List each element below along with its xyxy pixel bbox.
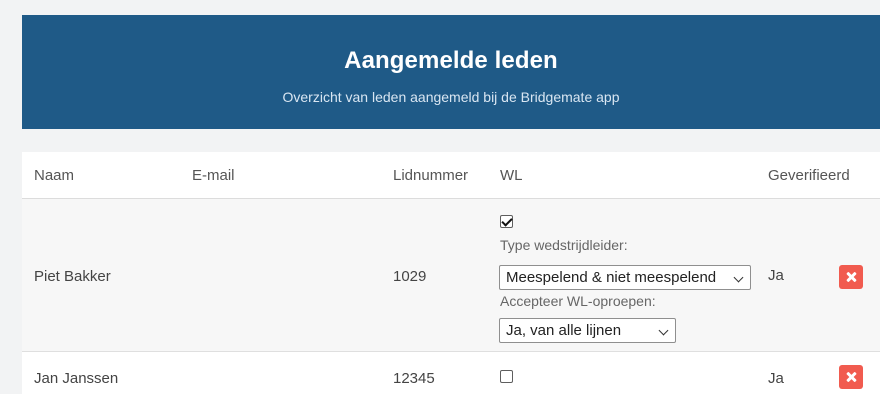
chevron-down-icon: [658, 325, 669, 336]
checkbox-unchecked-icon[interactable]: [500, 370, 513, 383]
table-header: Naam E-mail Lidnummer WL Geverifieerd: [22, 152, 880, 199]
member-name: Piet Bakker: [34, 268, 111, 285]
column-header-email: E-mail: [192, 167, 235, 184]
column-header-member-number: Lidnummer: [393, 167, 469, 184]
verified-status: Ja: [768, 370, 784, 387]
page-header: Aangemelde leden Overzicht van leden aan…: [22, 15, 880, 129]
chevron-down-icon: [733, 272, 744, 283]
delete-member-button[interactable]: [839, 265, 863, 289]
wl-calls-select[interactable]: Ja, van alle lijnen: [499, 318, 676, 343]
members-table: Naam E-mail Lidnummer WL Geverifieerd Pi…: [22, 152, 880, 394]
delete-member-button[interactable]: [839, 365, 863, 389]
member-number: 12345: [393, 370, 435, 387]
column-header-wl: WL: [500, 167, 523, 184]
table-row: Piet Bakker 1029 Type wedstrijdleider: M…: [22, 199, 880, 352]
member-number: 1029: [393, 268, 427, 285]
wl-type-label: Type wedstrijdleider:: [500, 237, 628, 253]
checkbox-checked-icon[interactable]: [500, 215, 513, 228]
verified-status: Ja: [768, 267, 784, 284]
member-name: Jan Janssen: [34, 370, 119, 387]
wl-calls-label: Accepteer WL-oproepen:: [500, 293, 656, 309]
page-title: Aangemelde leden: [344, 47, 558, 74]
column-header-verified: Geverifieerd: [768, 167, 850, 184]
page-subtitle: Overzicht van leden aangemeld bij de Bri…: [282, 89, 620, 105]
column-header-name: Naam: [34, 167, 75, 184]
wl-calls-selected-value: Ja, van alle lijnen: [506, 322, 622, 339]
wl-type-select[interactable]: Meespelend & niet meespelend: [499, 265, 751, 290]
table-row: Jan Janssen 12345 Ja: [22, 352, 880, 394]
wl-type-selected-value: Meespelend & niet meespelend: [506, 269, 717, 286]
